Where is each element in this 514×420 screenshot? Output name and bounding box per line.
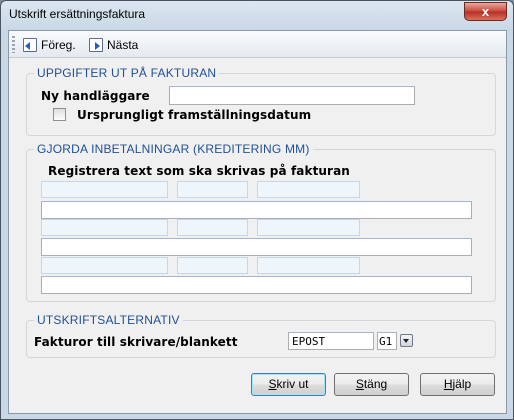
inbetalning-row1-field2[interactable] <box>177 181 248 198</box>
next-page-icon <box>89 37 103 52</box>
printer-input[interactable]: EPOST <box>288 332 374 350</box>
dialog-window: Utskrift ersättningsfaktura x Föreg. Näs… <box>0 0 514 420</box>
utskrift-group-title: UTSKRIFTSALTERNATIV <box>34 313 183 327</box>
form-select[interactable]: G1 <box>377 332 397 350</box>
help-button-label: jälp <box>452 377 472 391</box>
uppgifter-group: UPPGIFTER UT PÅ FAKTURAN Ny handläggare … <box>26 66 496 136</box>
inbetalning-row1-text[interactable] <box>41 201 472 219</box>
registrera-text-label: Registrera text som ska skrivas på faktu… <box>48 164 350 178</box>
inbetalning-row1-field3[interactable] <box>257 181 360 198</box>
inbetalning-row2-field2[interactable] <box>177 219 248 236</box>
dialog-client-area: Föreg. Nästa UPPGIFTER UT PÅ FAKTURAN Ny… <box>8 30 507 414</box>
ursprungligt-datum-label: Ursprungligt framställningsdatum <box>77 108 312 122</box>
title-bar[interactable]: Utskrift ersättningsfaktura x <box>1 1 513 29</box>
close-button[interactable]: Stäng <box>334 373 409 396</box>
previous-button-label: Föreg. <box>41 37 76 52</box>
inbetalning-row2-text[interactable] <box>41 238 472 256</box>
close-button-label: täng <box>363 377 388 391</box>
toolbar-grip-icon[interactable] <box>12 36 15 53</box>
inbetalning-row3-field3[interactable] <box>257 257 360 274</box>
print-button-label: kriv ut <box>276 377 309 391</box>
inbetalning-row3-field2[interactable] <box>177 257 248 274</box>
toolbar: Föreg. Nästa <box>9 31 506 58</box>
inbetalning-row2-field3[interactable] <box>257 219 360 236</box>
window-title: Utskrift ersättningsfaktura <box>9 7 146 21</box>
inbetalning-row3-field1[interactable] <box>41 257 168 274</box>
inbetalningar-group-title: GJORDA INBETALNINGAR (KREDITERING MM) <box>34 142 313 156</box>
utskrift-group: UTSKRIFTSALTERNATIV Fakturor till skriva… <box>26 313 496 358</box>
fakturor-label: Fakturor till skrivare/blankett <box>34 335 238 349</box>
inbetalning-row1-field1[interactable] <box>41 181 168 198</box>
uppgifter-group-title: UPPGIFTER UT PÅ FAKTURAN <box>34 66 220 80</box>
previous-page-icon <box>23 37 37 52</box>
previous-button[interactable]: Föreg. <box>23 35 76 54</box>
inbetalning-row3-text[interactable] <box>41 276 472 294</box>
inbetalning-row2-field1[interactable] <box>41 219 168 236</box>
chevron-down-icon[interactable] <box>400 334 413 347</box>
help-button[interactable]: Hjälp <box>420 373 495 396</box>
print-button[interactable]: Skriv ut <box>251 373 326 396</box>
close-window-button[interactable]: x <box>464 2 507 21</box>
ursprungligt-datum-checkbox[interactable] <box>53 108 66 121</box>
handlaggare-label: Ny handläggare <box>41 89 150 103</box>
inbetalningar-group: GJORDA INBETALNINGAR (KREDITERING MM) Re… <box>26 142 496 302</box>
next-button-label: Nästa <box>107 37 139 52</box>
close-button-mnemonic: S <box>355 377 364 391</box>
next-button[interactable]: Nästa <box>89 35 138 54</box>
handlaggare-input[interactable] <box>169 86 415 105</box>
print-button-mnemonic: S <box>268 377 277 391</box>
